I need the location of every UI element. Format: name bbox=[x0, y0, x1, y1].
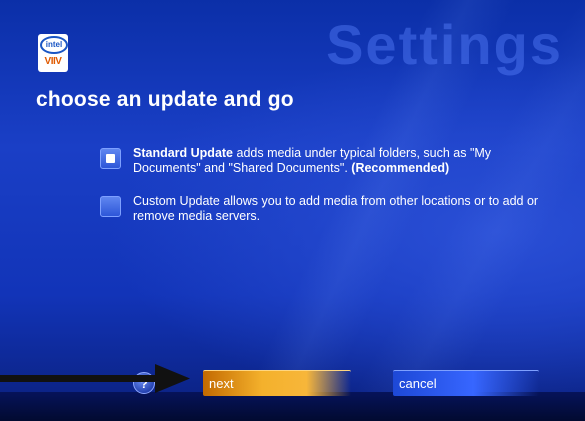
bottom-bar bbox=[0, 392, 585, 421]
option-standard-suffix: (Recommended) bbox=[351, 161, 450, 175]
settings-screen: intel VIIV Settings choose an update and… bbox=[0, 0, 585, 421]
logo-intel-text: intel bbox=[40, 36, 68, 54]
radio-custom-update[interactable] bbox=[100, 196, 121, 217]
intel-viiv-logo-icon: intel VIIV bbox=[38, 34, 68, 72]
option-custom-desc: Custom Update allows you to add media fr… bbox=[133, 194, 539, 223]
option-standard-title: Standard Update bbox=[133, 146, 234, 160]
next-button[interactable]: next bbox=[203, 370, 351, 396]
cancel-button[interactable]: cancel bbox=[393, 370, 539, 396]
arrow-right-icon bbox=[0, 364, 190, 393]
logo-viiv-text: VIIV bbox=[44, 56, 62, 67]
settings-watermark: Settings bbox=[326, 13, 563, 76]
option-custom-label: Custom Update allows you to add media fr… bbox=[133, 194, 553, 224]
option-standard-label: Standard Update adds media under typical… bbox=[133, 146, 553, 176]
radio-standard-update[interactable] bbox=[100, 148, 121, 169]
page-title: choose an update and go bbox=[36, 88, 294, 111]
